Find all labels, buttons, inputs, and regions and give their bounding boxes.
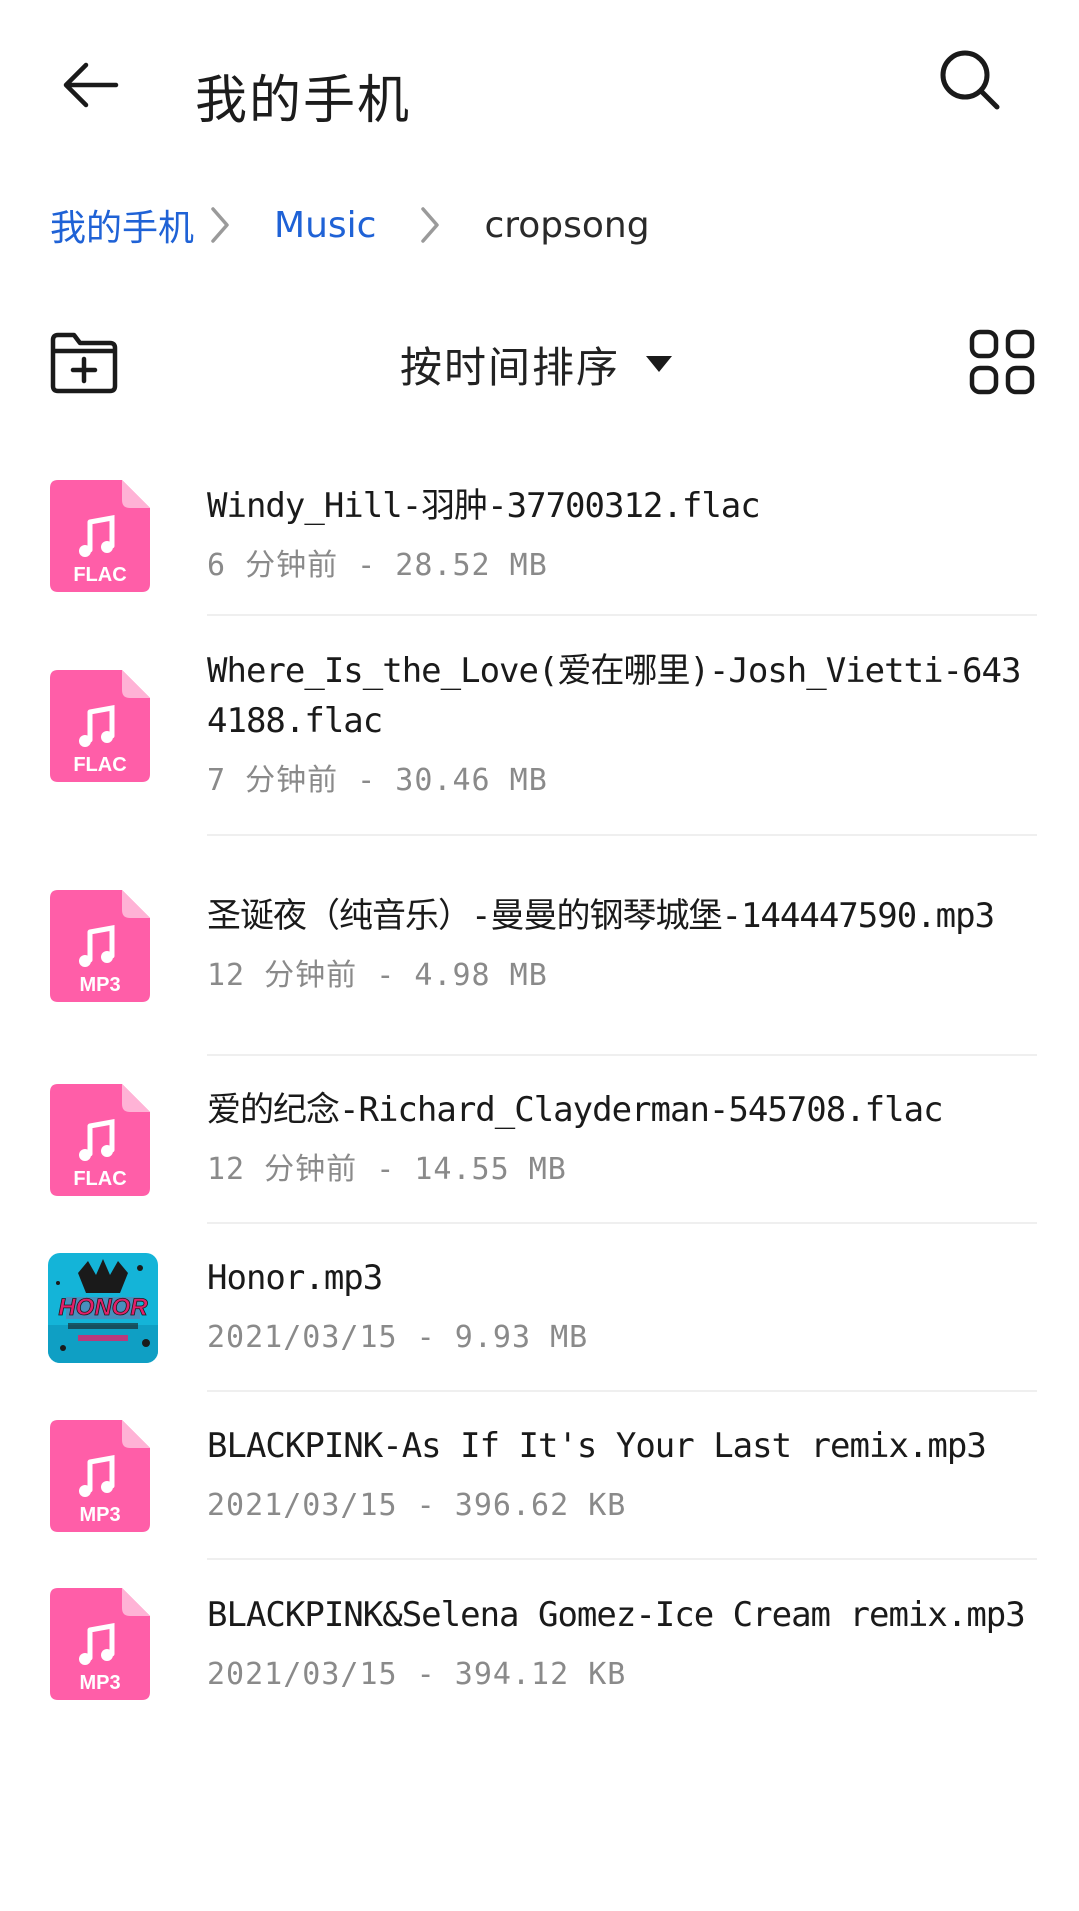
file-meta: 12 分钟前 - 14.55 MB: [207, 1152, 567, 1187]
file-name: Windy_Hill-羽肿-37700312.flac: [207, 485, 761, 526]
svg-text:FLAC: FLAC: [73, 1168, 126, 1190]
file-name: Honor.mp3: [207, 1258, 383, 1298]
toolbar: 按时间排序: [0, 320, 1079, 410]
file-meta: 2021/03/15 - 9.93 MB: [207, 1320, 589, 1355]
arrow-left-icon: [63, 62, 119, 108]
caret-down-icon: [646, 356, 673, 372]
svg-text:MP3: MP3: [79, 1504, 120, 1526]
breadcrumb-item-music[interactable]: Music: [274, 205, 376, 246]
flac-file-icon: FLAC: [50, 670, 150, 782]
file-info: BLACKPINK-As If It's Your Last remix.mp3…: [207, 1392, 1037, 1560]
grid-view-icon: [969, 329, 1035, 395]
chevron-right-icon: [206, 205, 234, 245]
file-info: Honor.mp3 2021/03/15 - 9.93 MB: [207, 1224, 1037, 1392]
sort-label: 按时间排序: [400, 342, 621, 392]
search-icon: [940, 50, 1000, 110]
list-item[interactable]: MP3 BLACKPINK-As If It's Your Last remix…: [0, 1392, 1079, 1560]
breadcrumb-item-cropsong: cropsong: [484, 204, 650, 246]
album-art-label: HONOR: [58, 1294, 148, 1321]
new-folder-button[interactable]: [48, 330, 120, 396]
svg-text:MP3: MP3: [79, 974, 120, 996]
sort-dropdown[interactable]: 按时间排序: [400, 332, 674, 396]
file-name: Where_Is_the_Love(爱在哪里)-Josh_Vietti-6434…: [207, 651, 1021, 741]
folder-add-icon: [50, 332, 118, 394]
file-info: BLACKPINK&Selena Gomez-Ice Cream remix.m…: [207, 1560, 1037, 1728]
file-info: 圣诞夜（纯音乐）-曼曼的钢琴城堡-144447590.mp3 12 分钟前 - …: [207, 836, 1037, 1056]
breadcrumb-item-my-phone[interactable]: 我的手机: [50, 199, 194, 251]
file-name: BLACKPINK&Selena Gomez-Ice Cream remix.m…: [207, 1595, 1026, 1635]
file-info: 爱的纪念-Richard_Clayderman-545708.flac 12 分…: [207, 1056, 1037, 1224]
flac-file-icon: FLAC: [50, 1084, 150, 1196]
list-item[interactable]: HONOR Honor.mp3 2021/03/15 - 9.93 MB: [0, 1224, 1079, 1392]
svg-text:MP3: MP3: [79, 1672, 120, 1694]
file-meta: 6 分钟前 - 28.52 MB: [207, 547, 548, 583]
list-item[interactable]: FLAC Windy_Hill-羽肿-37700312.flac 6 分钟前 -…: [0, 455, 1079, 616]
file-manager-screen: 我的手机 我的手机 Music cropsong 按时间排序 FLAC Wind…: [0, 0, 1079, 1911]
file-list: FLAC Windy_Hill-羽肿-37700312.flac 6 分钟前 -…: [0, 455, 1079, 1728]
flac-file-icon: FLAC: [50, 479, 150, 592]
list-item[interactable]: MP3 圣诞夜（纯音乐）-曼曼的钢琴城堡-144447590.mp3 12 分钟…: [0, 836, 1079, 1056]
svg-text:FLAC: FLAC: [73, 754, 126, 776]
chevron-right-icon: [416, 205, 444, 245]
album-art-thumbnail: HONOR: [48, 1253, 158, 1363]
file-meta: 2021/03/15 - 396.62 KB: [207, 1488, 627, 1523]
mp3-file-icon: MP3: [50, 1588, 150, 1700]
mp3-file-icon: MP3: [50, 890, 150, 1002]
list-item[interactable]: MP3 BLACKPINK&Selena Gomez-Ice Cream rem…: [0, 1560, 1079, 1728]
svg-text:FLAC: FLAC: [73, 564, 126, 586]
top-app-bar: 我的手机: [0, 0, 1079, 170]
search-button[interactable]: [935, 45, 1015, 125]
file-name: 圣诞夜（纯音乐）-曼曼的钢琴城堡-144447590.mp3: [207, 896, 995, 936]
grid-view-button[interactable]: [968, 328, 1036, 396]
list-item[interactable]: FLAC 爱的纪念-Richard_Clayderman-545708.flac…: [0, 1056, 1079, 1224]
mp3-file-icon: MP3: [50, 1420, 150, 1532]
page-title: 我的手机: [195, 71, 412, 131]
file-meta: 7 分钟前 - 30.46 MB: [207, 763, 548, 798]
file-name: BLACKPINK-As If It's Your Last remix.mp3: [207, 1426, 987, 1466]
breadcrumb: 我的手机 Music cropsong: [50, 195, 650, 255]
file-meta: 12 分钟前 - 4.98 MB: [207, 958, 548, 993]
file-name: 爱的纪念-Richard_Clayderman-545708.flac: [207, 1090, 944, 1130]
list-item[interactable]: FLAC Where_Is_the_Love(爱在哪里)-Josh_Vietti…: [0, 616, 1079, 836]
file-info: Windy_Hill-羽肿-37700312.flac 6 分钟前 - 28.5…: [207, 455, 1037, 616]
back-button[interactable]: [60, 40, 160, 130]
file-info: Where_Is_the_Love(爱在哪里)-Josh_Vietti-6434…: [207, 616, 1037, 836]
file-meta: 2021/03/15 - 394.12 KB: [207, 1657, 627, 1692]
